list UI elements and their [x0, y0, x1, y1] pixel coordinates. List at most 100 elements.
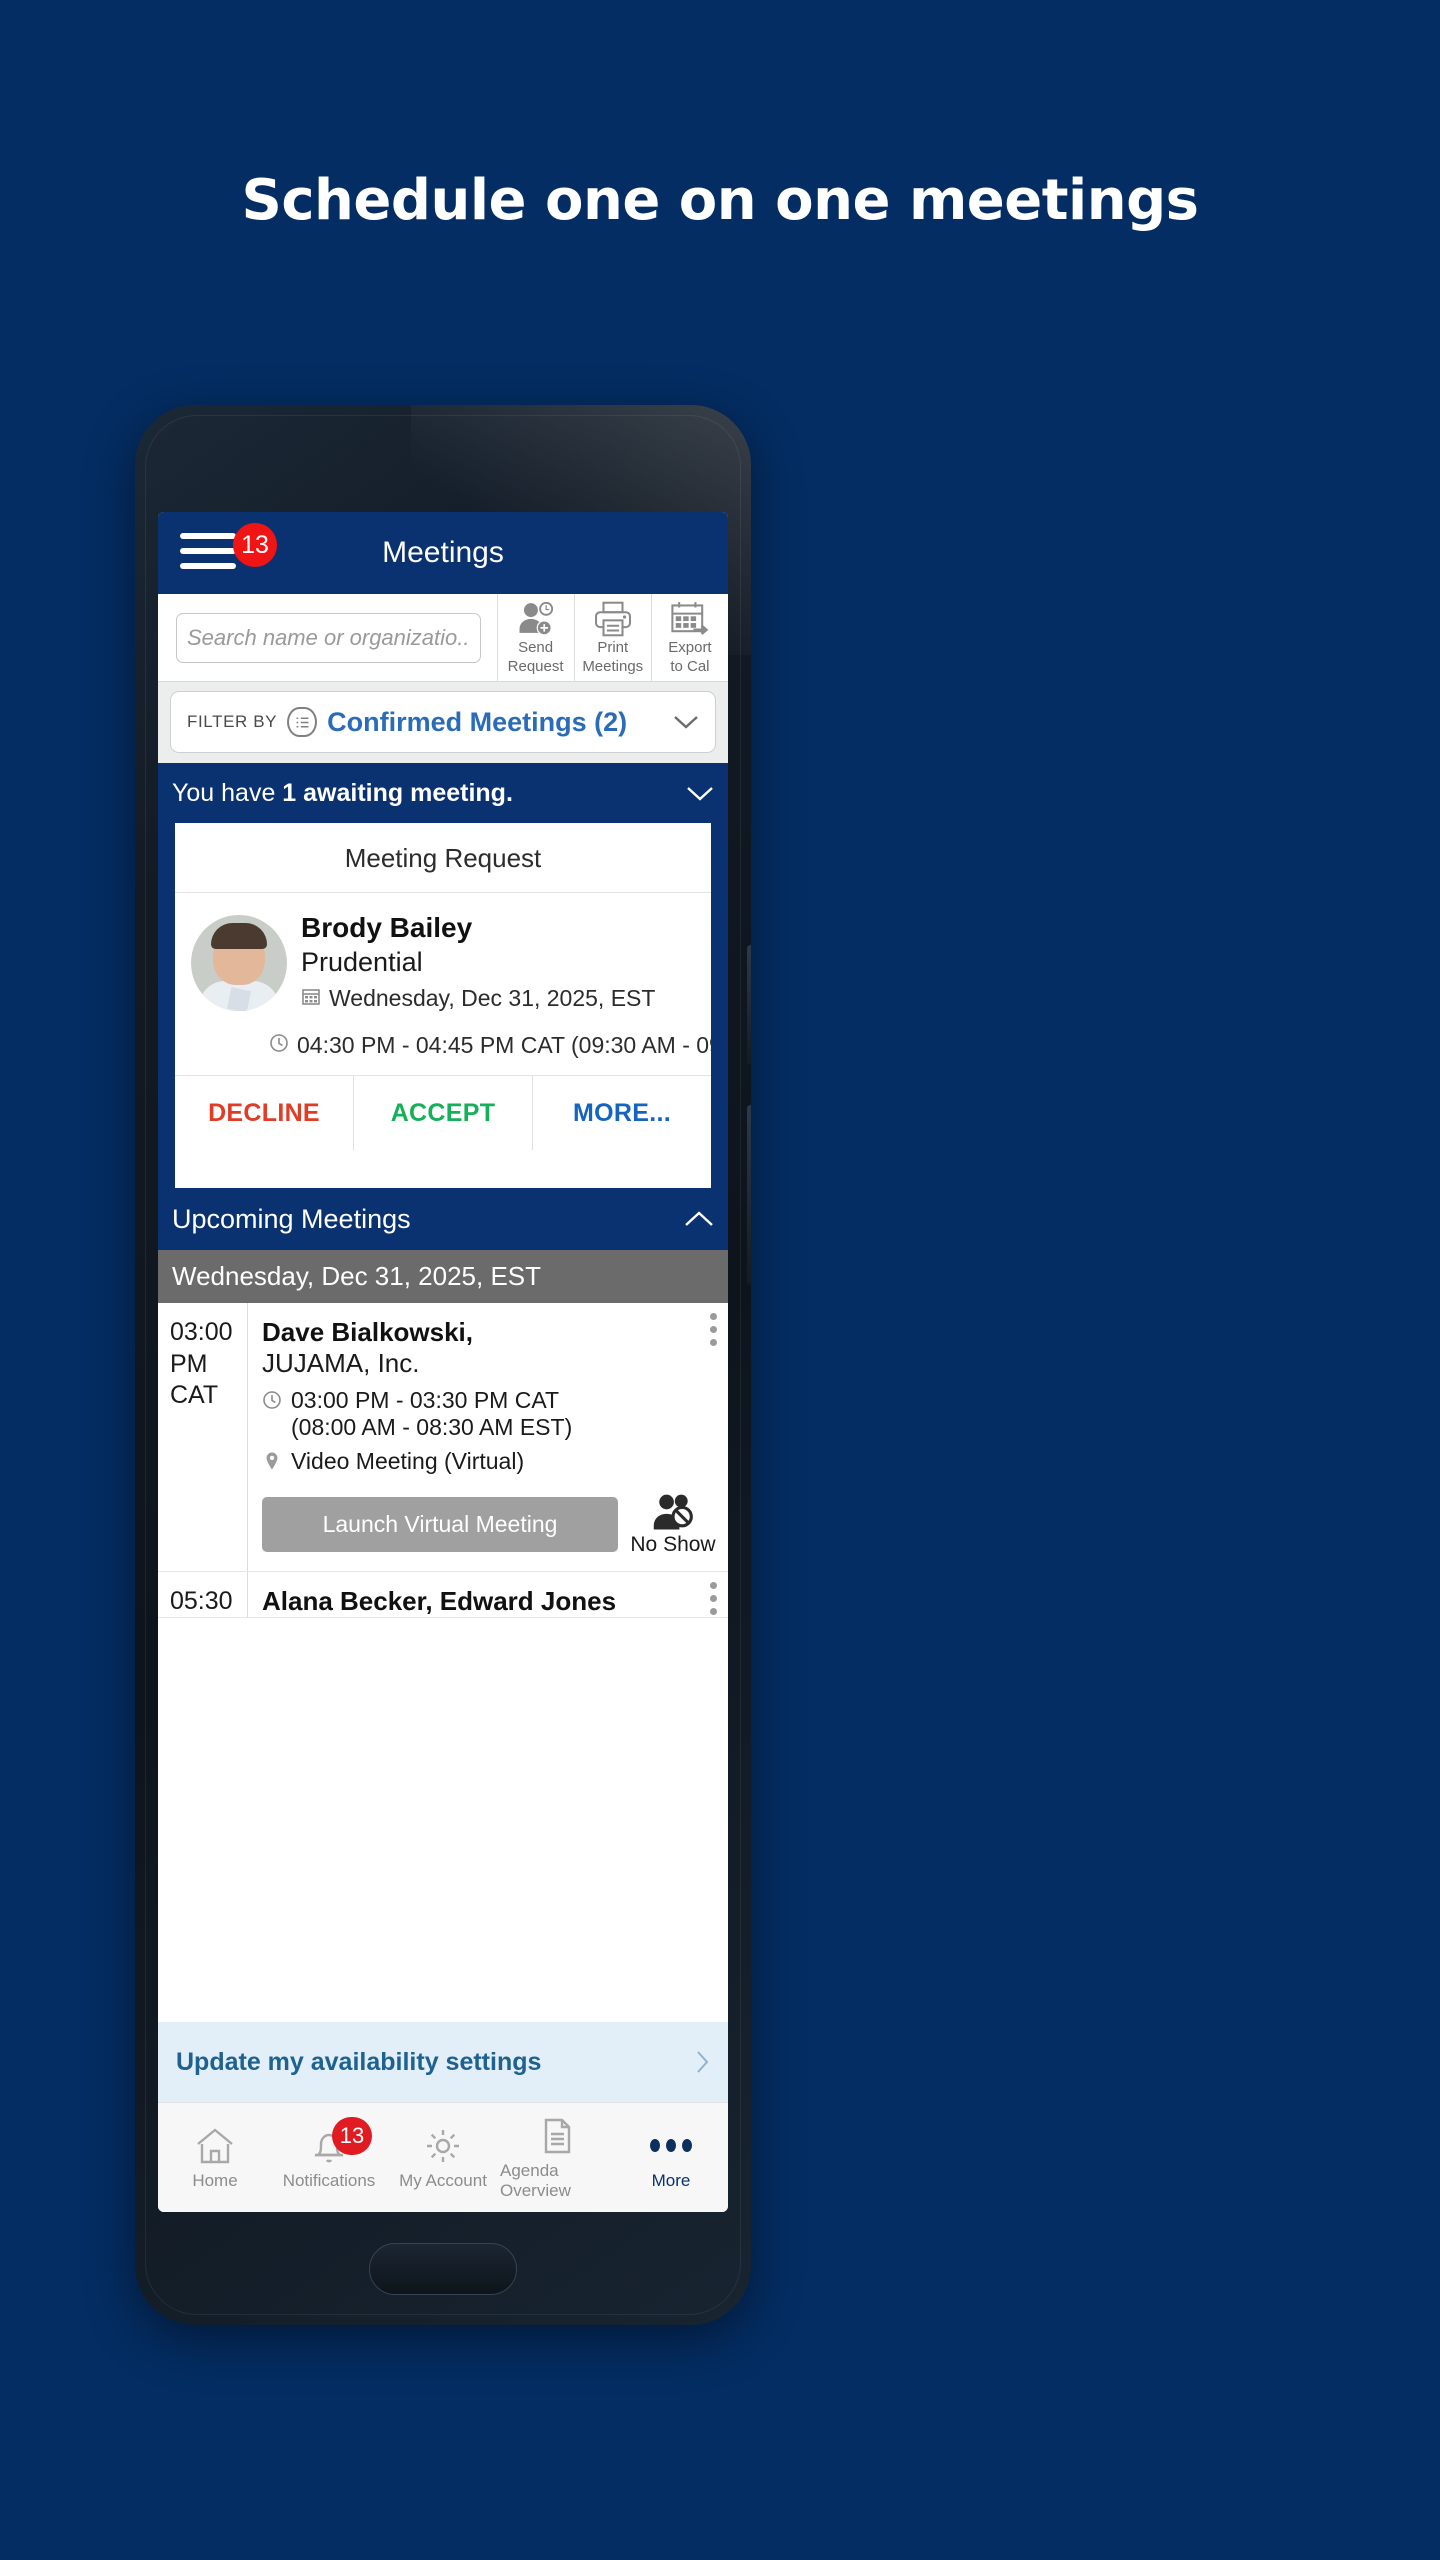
volume-button[interactable]	[747, 945, 751, 1065]
launch-virtual-meeting-button[interactable]: Launch Virtual Meeting	[262, 1496, 618, 1552]
chevron-down-icon[interactable]	[686, 785, 714, 802]
nav-label-home: Home	[192, 2170, 238, 2190]
meeting-overflow-menu-icon[interactable]	[710, 1582, 718, 1617]
upcoming-meetings-header[interactable]: Upcoming Meetings	[158, 1188, 728, 1251]
nav-item-my-account[interactable]: My Account	[386, 2103, 500, 2212]
no-show-icon	[651, 1491, 695, 1531]
meeting-time-text: 03:00 PM - 03:30 PM CAT (08:00 AM - 08:3…	[291, 1387, 572, 1441]
location-pin-icon	[262, 1450, 282, 1474]
meeting-request-actions: DECLINE ACCEPT MORE...	[175, 1076, 711, 1151]
upcoming-title: Upcoming Meetings	[172, 1203, 411, 1234]
nav-item-more[interactable]: More	[614, 2103, 728, 2212]
app-screen: 13 Meetings Search name or organizatio..	[158, 512, 728, 2212]
meeting-location: Video Meeting (Virtual)	[291, 1448, 525, 1475]
meeting-overflow-menu-icon[interactable]	[710, 1313, 718, 1352]
toolbar: Search name or organizatio.. Send Reques…	[158, 594, 728, 682]
phone-device: 13 Meetings Search name or organizatio..	[135, 405, 751, 2325]
accept-button[interactable]: ACCEPT	[353, 1076, 532, 1151]
filter-band: FILTER BY Confirmed Meetings (2)	[158, 682, 728, 763]
export-line2: to Cal	[670, 657, 710, 675]
clock-icon	[269, 1032, 289, 1055]
calendar-icon	[301, 985, 321, 1008]
chevron-down-icon[interactable]	[673, 714, 699, 730]
nav-item-notifications[interactable]: 13 Notifications	[272, 2103, 386, 2212]
print-icon	[592, 600, 634, 638]
awaiting-count: 1 awaiting meeting.	[282, 778, 513, 807]
export-to-cal-button[interactable]: Export to Cal	[650, 594, 728, 681]
meetings-date-header: Wednesday, Dec 31, 2025, EST	[158, 1250, 728, 1304]
nav-item-home[interactable]: Home	[158, 2103, 272, 2212]
filter-value: Confirmed Meetings (2)	[327, 706, 628, 737]
power-button[interactable]	[747, 1105, 751, 1285]
send-request-button[interactable]: Send Request	[496, 594, 574, 681]
menu-badge: 13	[233, 523, 277, 567]
list-filter-icon	[287, 707, 318, 737]
bell-icon: 13	[308, 2116, 372, 2167]
meeting-row[interactable]: 03:00 PM CAT Dave Bialkowski, JUJAMA, In…	[158, 1303, 728, 1573]
meeting-request-card: Meeting Request Brody Bailey Prudential	[175, 823, 711, 1151]
app-header: 13 Meetings	[158, 512, 728, 594]
request-date-row: Wednesday, Dec 31, 2025, EST	[301, 985, 695, 1012]
request-time: 04:30 PM - 04:45 PM CAT (09:30 AM - 09:.…	[297, 1032, 711, 1059]
meeting-time-column: 05:30	[158, 1572, 248, 1618]
gear-icon	[422, 2125, 464, 2167]
print-meetings-button[interactable]: Print Meetings	[573, 594, 651, 681]
meeting-details: Dave Bialkowski, JUJAMA, Inc. 03:00 PM -…	[248, 1303, 728, 1571]
card-bottom-spacer	[175, 1150, 711, 1189]
no-show-label: No Show	[630, 1533, 716, 1557]
meeting-time-line1: 03:00	[170, 1318, 233, 1347]
nav-label-my-account: My Account	[399, 2170, 487, 2190]
requester-organization: Prudential	[301, 947, 423, 978]
export-line1: Export	[668, 638, 712, 656]
avatar	[191, 915, 287, 1011]
meeting-time-row: 03:00 PM - 03:30 PM CAT (08:00 AM - 08:3…	[262, 1387, 716, 1441]
home-icon	[194, 2125, 236, 2167]
request-time-row: 04:30 PM - 04:45 PM CAT (09:30 AM - 09:.…	[175, 1026, 711, 1077]
more-dots-icon	[650, 2125, 692, 2167]
meeting-time-line2: PM CAT	[170, 1349, 219, 1409]
decline-button[interactable]: DECLINE	[175, 1076, 353, 1150]
notifications-badge: 13	[332, 2116, 372, 2155]
meeting-actions: Launch Virtual Meeting No Show	[262, 1491, 716, 1557]
menu-button[interactable]: 13	[180, 523, 277, 575]
no-show-button[interactable]: No Show	[630, 1491, 716, 1557]
meeting-request-info: Brody Bailey Prudential Wednesday, Dec 3…	[301, 911, 695, 1012]
awaiting-text: You have 1 awaiting meeting.	[172, 779, 513, 808]
filter-dropdown[interactable]: FILTER BY Confirmed Meetings (2)	[170, 691, 716, 753]
request-date: Wednesday, Dec 31, 2025, EST	[329, 985, 656, 1012]
more-button[interactable]: MORE...	[532, 1076, 711, 1151]
print-line1: Print	[597, 638, 629, 656]
print-line2: Meetings	[582, 657, 644, 675]
meeting-request-body: Brody Bailey Prudential Wednesday, Dec 3…	[175, 893, 711, 1026]
page-title: Schedule one on one meetings	[241, 168, 1199, 233]
filter-label: FILTER BY	[187, 712, 278, 731]
meeting-attendee-organization: JUJAMA, Inc.	[262, 1348, 420, 1379]
update-availability-bar[interactable]: Update my availability settings	[158, 2022, 728, 2102]
awaiting-banner[interactable]: You have 1 awaiting meeting.	[158, 763, 728, 823]
meeting-location-row: Video Meeting (Virtual)	[262, 1448, 716, 1475]
meeting-attendee-name: Dave Bialkowski,	[262, 1317, 473, 1348]
export-calendar-icon	[669, 600, 711, 638]
agenda-icon	[536, 2115, 578, 2157]
chevron-right-icon	[696, 2050, 710, 2074]
meeting-time-column: 03:00 PM CAT	[158, 1303, 248, 1572]
awaiting-prefix: You have	[172, 778, 283, 807]
nav-label-agenda-overview: Agenda Overview	[500, 2160, 571, 2200]
home-button[interactable]	[369, 2243, 517, 2295]
clock-icon	[262, 1389, 282, 1413]
send-request-icon	[515, 600, 557, 638]
send-request-line1: Send	[518, 638, 554, 656]
meeting-request-title: Meeting Request	[175, 823, 711, 893]
nav-label-notifications: Notifications	[282, 2170, 376, 2190]
promo-screenshot: Schedule one on one meetings 13 Meetings	[0, 0, 1440, 2560]
nav-label-more: More	[651, 2170, 691, 2190]
meeting-time-primary: 03:00 PM - 03:30 PM CAT	[291, 1387, 560, 1414]
nav-item-agenda-overview[interactable]: Agenda Overview	[500, 2103, 614, 2212]
search-placeholder: Search name or organizatio..	[187, 624, 470, 650]
bottom-navigation: Home 13 Notifications My Account Agenda …	[158, 2102, 728, 2212]
search-wrapper: Search name or organizatio..	[158, 594, 497, 681]
chevron-up-icon[interactable]	[684, 1210, 714, 1228]
search-input[interactable]: Search name or organizatio..	[176, 612, 481, 663]
meeting-row[interactable]: 05:30 Alana Becker, Edward Jones	[158, 1572, 728, 1619]
update-availability-label: Update my availability settings	[176, 2047, 542, 2076]
